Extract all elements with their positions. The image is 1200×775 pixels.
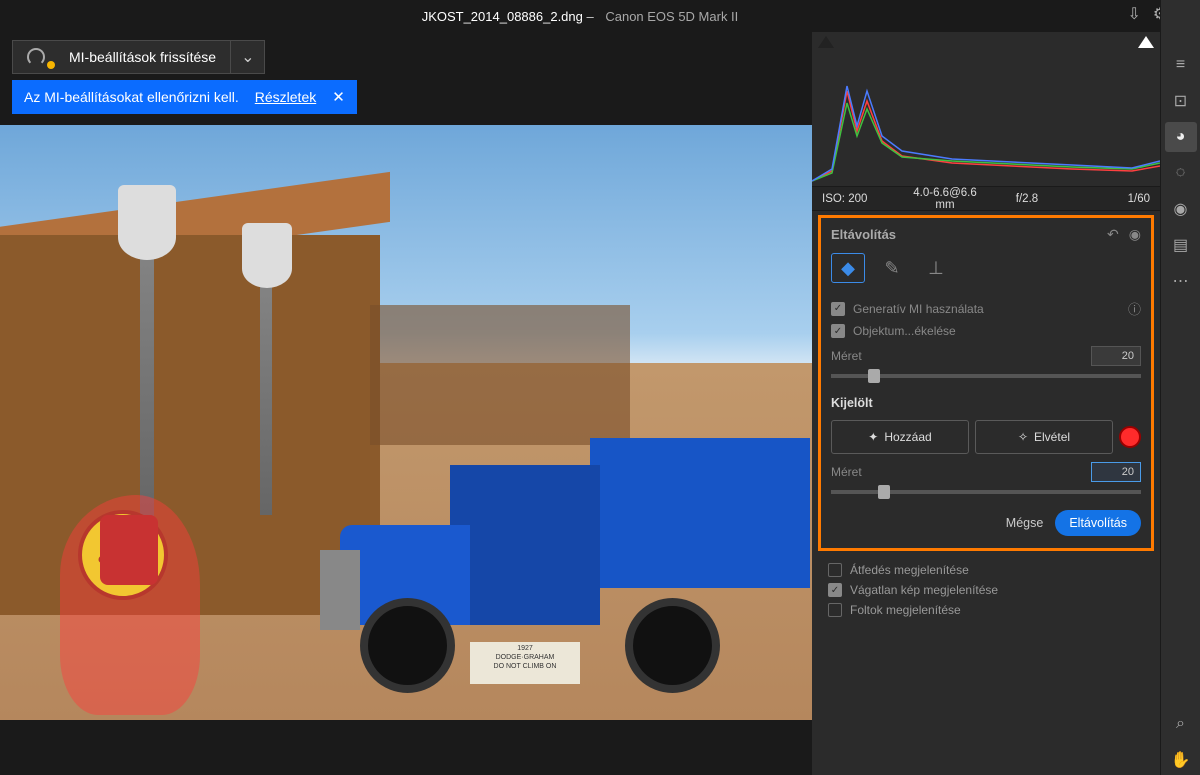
checkbox-icon: [828, 563, 842, 577]
status-dot-icon: [47, 61, 55, 69]
crop-icon[interactable]: ⊡: [1165, 86, 1197, 116]
info-icon[interactable]: ⓘ: [1128, 299, 1141, 318]
hand-icon[interactable]: ✋: [1165, 745, 1197, 775]
brush-subtract-icon: ✧: [1018, 430, 1028, 444]
spots-checkbox[interactable]: Foltok megjelenítése: [828, 603, 1144, 617]
panel-title: Eltávolítás: [831, 227, 896, 242]
gen-ai-checkbox[interactable]: ✓ Generatív MI használata ⓘ: [831, 299, 1141, 318]
heal-tool[interactable]: ✎: [875, 253, 909, 283]
more-icon[interactable]: ⋯: [1165, 266, 1197, 296]
tool-tabs: ◆ ✎ ⊥: [831, 253, 1141, 283]
export-icon[interactable]: ⇩: [1127, 4, 1140, 24]
clone-tool[interactable]: ⊥: [919, 253, 953, 283]
size-label-2: Méret: [831, 465, 862, 479]
mask-icon[interactable]: ◌: [1165, 158, 1197, 188]
meta-iso: ISO: 200: [822, 193, 904, 205]
object-detect-checkbox[interactable]: ✓ Objektum...ékelése: [831, 324, 1141, 338]
title-bar: JKOST_2014_08886_2.dng – Canon EOS 5D Ma…: [0, 0, 1160, 32]
camera-model: Canon EOS 5D Mark II: [605, 9, 738, 24]
view-options: Átfedés megjelenítése ✓ Vágatlan kép meg…: [812, 555, 1160, 631]
eye-icon[interactable]: ◉: [1129, 226, 1141, 243]
size-slider-1[interactable]: [831, 374, 1141, 378]
mi-refresh-label: MI-beállítások frissítése: [69, 49, 216, 65]
chevron-down-icon[interactable]: ⌄: [231, 47, 264, 67]
overlap-checkbox[interactable]: Átfedés megjelenítése: [828, 563, 1144, 577]
right-panel: ISO: 200 4.0-6.6@6.6 mm f/2.8 1/60 Eltáv…: [812, 32, 1160, 775]
check-icon: ✓: [831, 302, 845, 316]
uncut-checkbox[interactable]: ✓ Vágatlan kép megjelenítése: [828, 583, 1144, 597]
meta-shutter: 1/60: [1068, 193, 1150, 205]
histogram-plot: [812, 32, 1160, 186]
notification-bar: Az MI-beállításokat ellenőrizni kell. Ré…: [12, 80, 357, 114]
license-plate: 1927 DODGE·GRAHAM DO NOT CLIMB ON: [470, 642, 580, 684]
record-indicator[interactable]: [1119, 426, 1141, 448]
check-icon: ✓: [828, 583, 842, 597]
add-button[interactable]: ✦ Hozzáad: [831, 420, 969, 454]
mi-refresh-button[interactable]: MI-beállítások frissítése ⌄: [12, 40, 265, 74]
edit-icon[interactable]: ≡: [1165, 50, 1197, 80]
truck-subject: 1927 DODGE·GRAHAM DO NOT CLIMB ON: [270, 420, 810, 700]
histogram[interactable]: [812, 32, 1160, 187]
notification-close-icon[interactable]: ✕: [332, 88, 345, 106]
size-input-1[interactable]: 20: [1091, 346, 1141, 366]
redeye-icon[interactable]: ◉: [1165, 194, 1197, 224]
image-canvas[interactable]: 1927 DODGE·GRAHAM DO NOT CLIMB ON SHELL …: [0, 125, 812, 720]
zoom-icon[interactable]: ⌕: [1165, 709, 1197, 739]
undo-icon[interactable]: ↶: [1107, 226, 1119, 243]
brush-add-icon: ✦: [868, 430, 878, 444]
notification-details-link[interactable]: Részletek: [255, 89, 316, 105]
presets-icon[interactable]: ▤: [1165, 230, 1197, 260]
size-input-2[interactable]: 20: [1091, 462, 1141, 482]
subtract-button[interactable]: ✧ Elvétel: [975, 420, 1113, 454]
tool-strip: ≡ ⊡ ◕ ◌ ◉ ▤ ⋯ ⌕ ✋: [1160, 0, 1200, 775]
size-slider-2[interactable]: [831, 490, 1141, 494]
eraser-tool[interactable]: ◆: [831, 253, 865, 283]
meta-lens: 4.0-6.6@6.6 mm: [904, 187, 986, 211]
selected-label: Kijelölt: [831, 396, 1141, 410]
healing-icon[interactable]: ◕: [1165, 122, 1197, 152]
meta-aperture: f/2.8: [986, 193, 1068, 205]
checkbox-icon: [828, 603, 842, 617]
cancel-button[interactable]: Mégse: [1006, 516, 1044, 530]
notification-message: Az MI-beállításokat ellenőrizni kell.: [24, 89, 239, 105]
size-label: Méret: [831, 349, 862, 363]
check-icon: ✓: [831, 324, 845, 338]
apply-button[interactable]: Eltávolítás: [1055, 510, 1141, 536]
metadata-row: ISO: 200 4.0-6.6@6.6 mm f/2.8 1/60: [812, 187, 1160, 211]
refresh-icon: [27, 48, 45, 66]
removal-panel: Eltávolítás ↶ ◉ ◆ ✎ ⊥ ✓ Generatív MI has…: [818, 215, 1154, 551]
file-name: JKOST_2014_08886_2.dng: [422, 9, 583, 24]
